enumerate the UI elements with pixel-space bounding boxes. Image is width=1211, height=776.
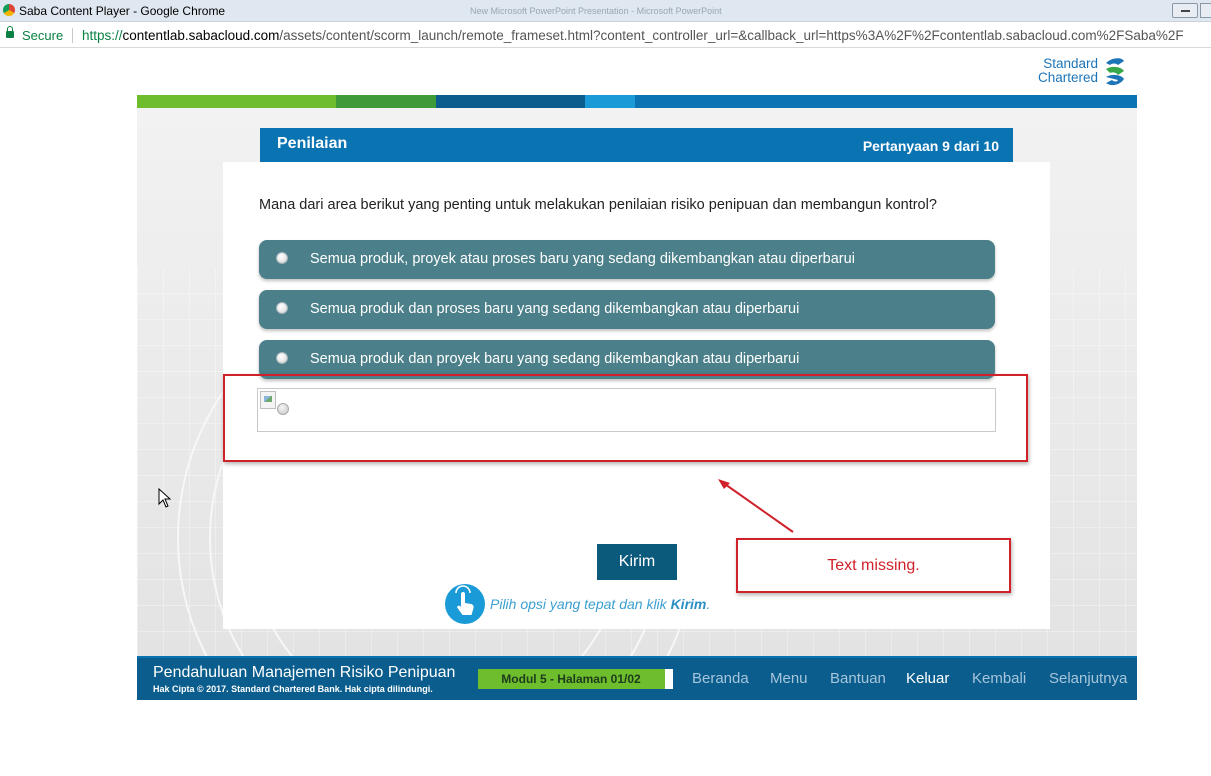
- course-color-bar: [137, 95, 1137, 108]
- progress-label: Modul 5 - Halaman 01/02: [501, 672, 641, 686]
- course-footer: Pendahuluan Manajemen Risiko Penipuan Ha…: [137, 656, 1137, 700]
- nav-kembali[interactable]: Kembali: [972, 670, 1026, 687]
- color-segment: [137, 95, 336, 108]
- pointer-hand-glyph: [455, 585, 474, 615]
- address-separator: [72, 28, 73, 43]
- color-segment: [635, 95, 1137, 108]
- background-window-title: New Microsoft PowerPoint Presentation - …: [470, 6, 722, 16]
- chrome-icon: [3, 4, 15, 16]
- maximize-button[interactable]: [1200, 3, 1211, 18]
- logo-text: Standard Chartered: [1032, 57, 1098, 85]
- secure-label[interactable]: Secure: [22, 28, 63, 43]
- window-titlebar: Saba Content Player - Google Chrome New …: [0, 0, 1211, 22]
- answer-option-2[interactable]: Semua produk dan proses baru yang sedang…: [259, 290, 995, 329]
- color-segment: [436, 95, 585, 108]
- pointer-hand-icon: [445, 584, 485, 624]
- annotation-highlight-box: [223, 374, 1028, 462]
- logo-mark-icon: [1106, 58, 1124, 86]
- color-segment: [585, 95, 635, 108]
- standard-chartered-logo: Standard Chartered: [1030, 55, 1130, 89]
- question-text: Mana dari area berikut yang penting untu…: [259, 197, 937, 213]
- answer-option-1[interactable]: Semua produk, proyek atau proses baru ya…: [259, 240, 995, 279]
- nav-beranda[interactable]: Beranda: [692, 670, 749, 687]
- assessment-title: Penilaian: [277, 135, 348, 152]
- logo-line-2: Chartered: [1037, 70, 1098, 85]
- annotation-arrow-icon: [718, 479, 794, 533]
- annotation-callout: Text missing.: [736, 538, 1011, 593]
- hint-suffix: .: [706, 596, 711, 612]
- nav-keluar[interactable]: Keluar: [906, 670, 949, 687]
- url-text[interactable]: https://contentlab.sabacloud.com/assets/…: [82, 28, 1211, 43]
- lock-icon: [6, 26, 14, 38]
- hint-emphasis: Kirim: [670, 596, 707, 612]
- minimize-button[interactable]: [1172, 3, 1198, 18]
- color-segment: [336, 95, 436, 108]
- hint-text: Pilih opsi yang tepat dan klik Kirim.: [490, 596, 710, 612]
- assessment-header: Penilaian Pertanyaan 9 dari 10: [260, 128, 1013, 162]
- radio-button[interactable]: [276, 352, 288, 364]
- submit-button[interactable]: Kirim: [597, 544, 677, 580]
- nav-bantuan[interactable]: Bantuan: [830, 670, 886, 687]
- url-scheme: https://: [82, 28, 123, 43]
- radio-button[interactable]: [276, 302, 288, 314]
- course-title: Pendahuluan Manajemen Risiko Penipuan: [153, 664, 456, 681]
- answer-option-label: Semua produk dan proses baru yang sedang…: [310, 301, 800, 317]
- radio-button[interactable]: [276, 252, 288, 264]
- address-bar[interactable]: Secure https://contentlab.sabacloud.com/…: [0, 23, 1211, 48]
- url-host: contentlab.sabacloud.com: [122, 28, 280, 43]
- question-counter: Pertanyaan 9 dari 10: [862, 138, 999, 154]
- mouse-cursor-icon: [158, 488, 172, 508]
- answer-option-label: Semua produk, proyek atau proses baru ya…: [310, 251, 855, 267]
- answer-option-label: Semua produk dan proyek baru yang sedang…: [310, 351, 800, 367]
- window-title: Saba Content Player - Google Chrome: [19, 4, 226, 18]
- nav-menu[interactable]: Menu: [770, 670, 808, 687]
- copyright-text: Hak Cipta © 2017. Standard Chartered Ban…: [153, 684, 433, 694]
- module-progress-bar: Modul 5 - Halaman 01/02: [478, 669, 673, 689]
- logo-line-1: Standard: [1043, 56, 1098, 71]
- annotation-text: Text missing.: [827, 557, 920, 574]
- url-path: /assets/content/scorm_launch/remote_fram…: [279, 28, 1184, 43]
- nav-selanjutnya[interactable]: Selanjutnya: [1049, 670, 1127, 687]
- hint-prefix: Pilih opsi yang tepat dan klik: [490, 596, 671, 612]
